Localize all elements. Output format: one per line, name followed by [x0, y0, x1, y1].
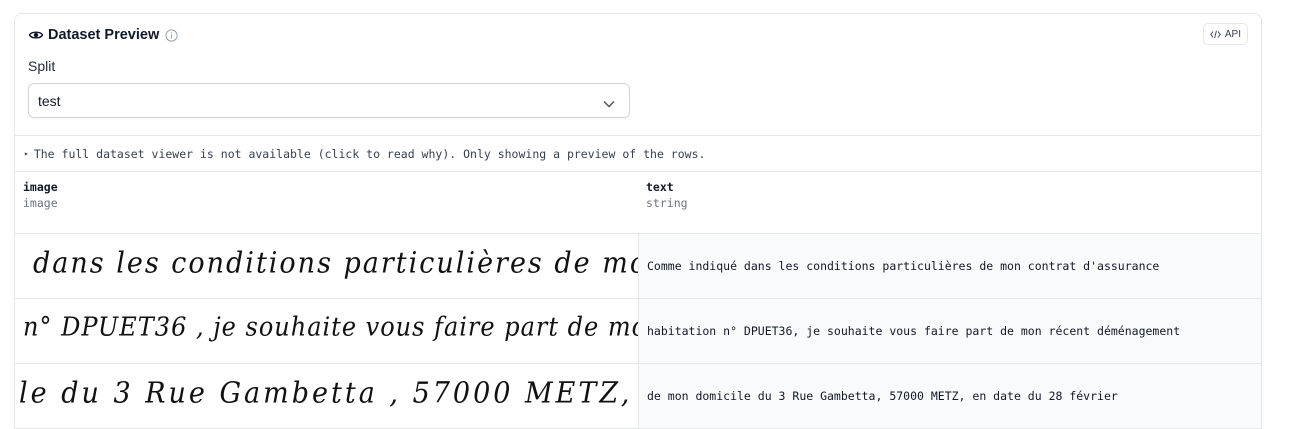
handwriting-image[interactable]: dans les conditions particulières de mon…: [15, 234, 638, 298]
code-icon: [1210, 30, 1221, 38]
info-icon[interactable]: [165, 28, 178, 42]
column-name: image: [23, 180, 58, 194]
page-title: Dataset Preview: [48, 27, 160, 43]
card-header: Dataset Preview API Split test: [15, 14, 1261, 135]
notice-text: The full dataset viewer is not available…: [33, 146, 706, 161]
dataset-preview-card: Dataset Preview API Split test ▸ The ful…: [14, 13, 1262, 429]
column-name: text: [646, 180, 674, 194]
column-type: string: [646, 196, 688, 210]
eye-icon: [28, 27, 44, 43]
handwriting-text: dans les conditions particulières de mon…: [33, 246, 638, 281]
table-row[interactable]: n° DPUET36 , je souhaite vous faire part…: [15, 299, 1261, 364]
table-header: image image text string: [15, 172, 1261, 234]
column-header-text: text string: [638, 172, 1261, 233]
handwriting-text: n° DPUET36 , je souhaite vous faire part…: [23, 311, 638, 343]
table-row[interactable]: le du 3 Rue Gambetta , 57000 METZ, en da…: [15, 364, 1261, 429]
text-cell[interactable]: habitation n° DPUET36, je souhaite vous …: [638, 299, 1261, 363]
text-cell[interactable]: Comme indiqué dans les conditions partic…: [638, 234, 1261, 298]
split-select[interactable]: test: [28, 83, 630, 118]
viewer-unavailable-notice[interactable]: ▸ The full dataset viewer is not availab…: [15, 135, 1261, 172]
disclosure-triangle-icon: ▸: [24, 149, 29, 158]
text-cell[interactable]: de mon domicile du 3 Rue Gambetta, 57000…: [638, 364, 1261, 428]
title-row: Dataset Preview: [28, 26, 178, 44]
split-selected-value: test: [38, 92, 61, 109]
api-button[interactable]: API: [1202, 23, 1248, 45]
handwriting-text: le du 3 Rue Gambetta , 57000 METZ, en da…: [19, 376, 638, 411]
handwriting-image[interactable]: n° DPUET36 , je souhaite vous faire part…: [15, 299, 638, 363]
column-header-image: image image: [15, 172, 638, 233]
table-row[interactable]: dans les conditions particulières de mon…: [15, 234, 1261, 299]
preview-table: image image text string dans les conditi…: [15, 172, 1261, 429]
chevron-down-icon: [603, 95, 615, 111]
handwriting-image[interactable]: le du 3 Rue Gambetta , 57000 METZ, en da…: [15, 364, 638, 428]
split-label: Split: [28, 58, 56, 74]
api-label: API: [1224, 28, 1241, 40]
column-type: image: [23, 196, 58, 210]
